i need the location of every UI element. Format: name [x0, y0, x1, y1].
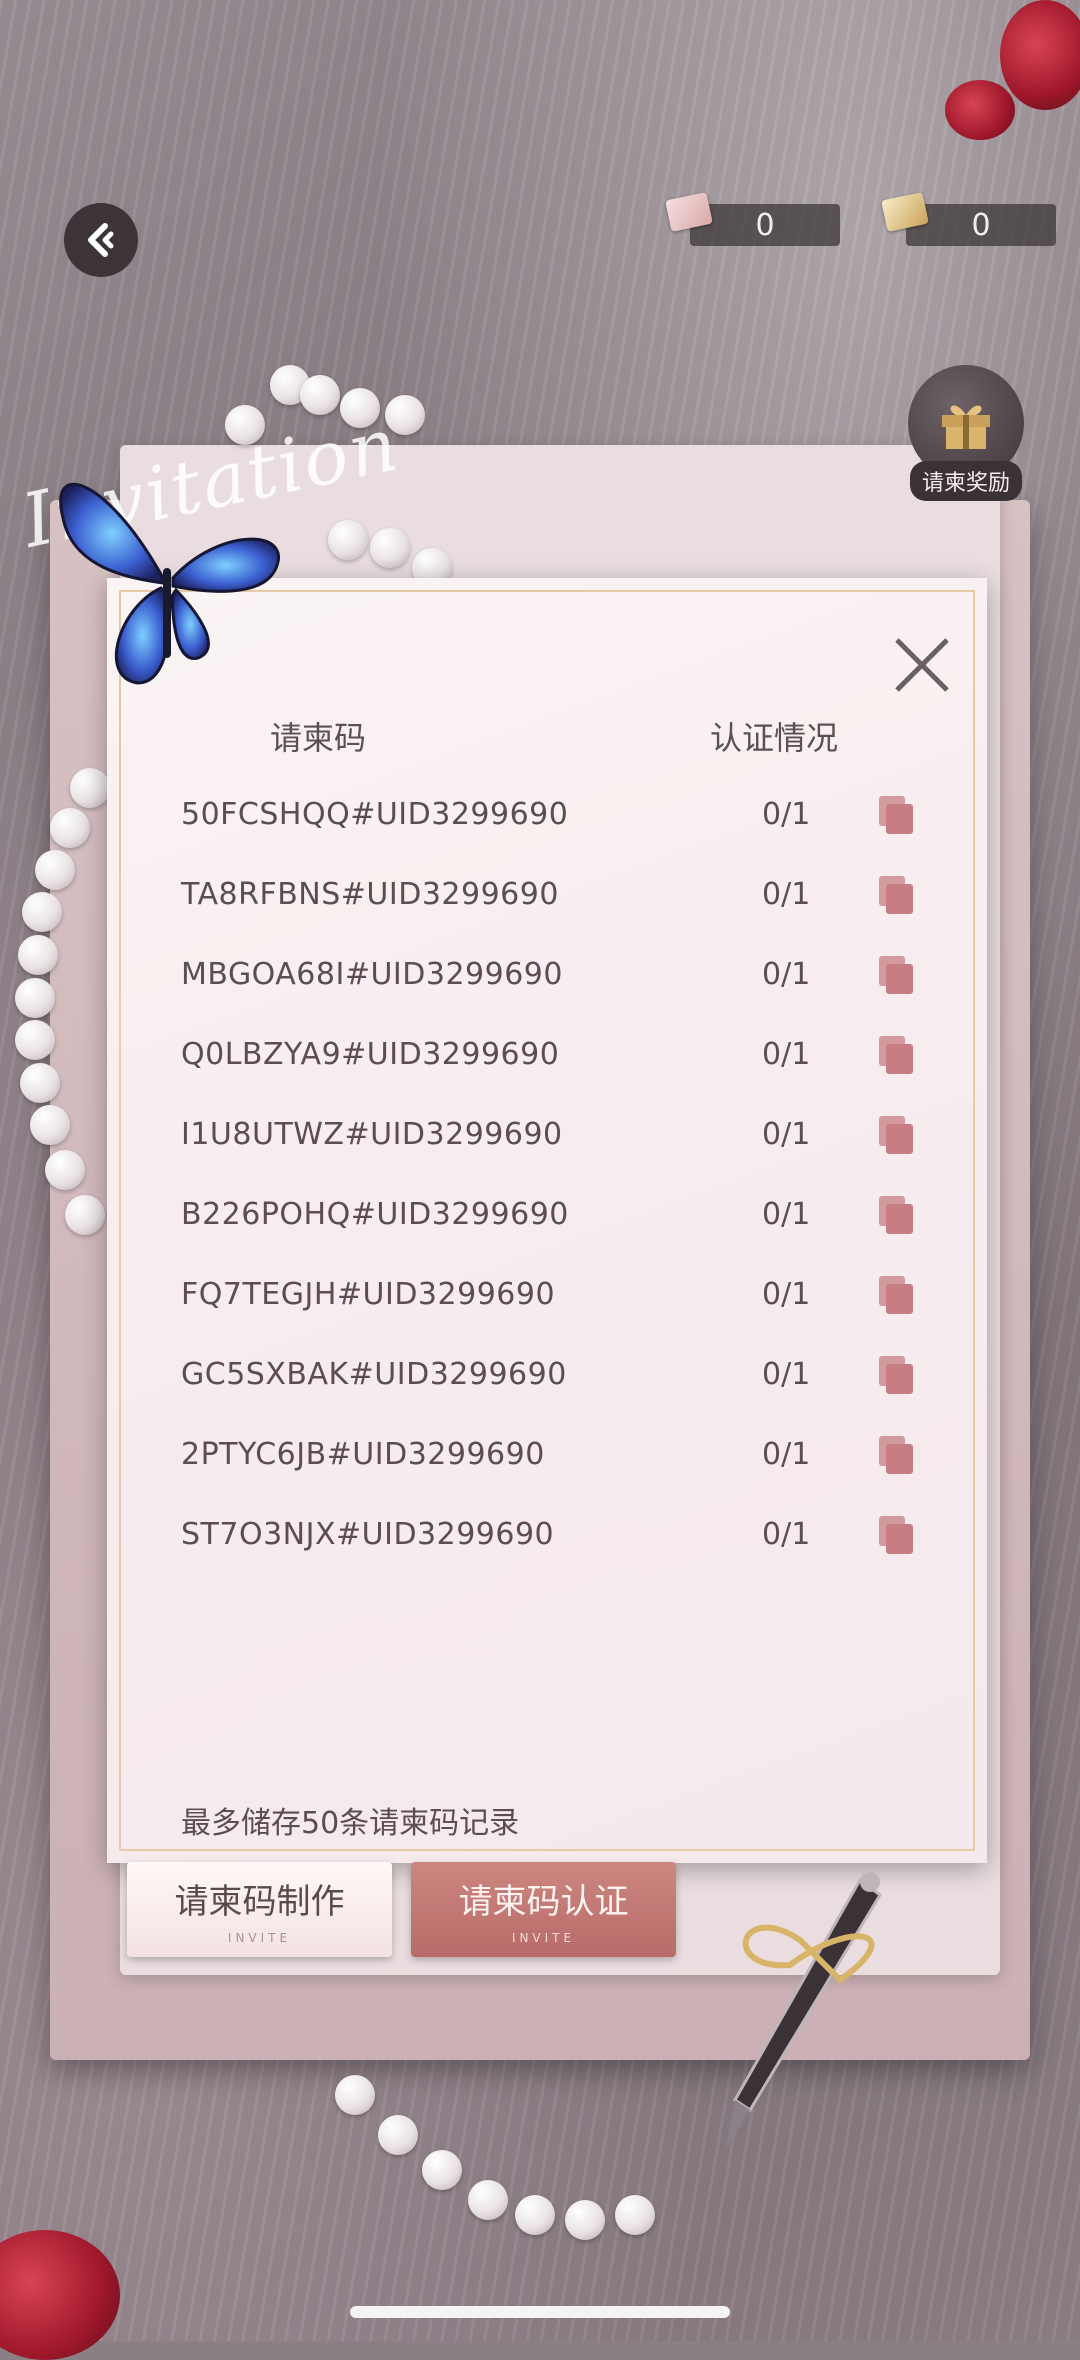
- invite-code: TA8RFBNS#UID3299690: [181, 877, 559, 912]
- verify-status: 0/1: [762, 797, 811, 832]
- pearl: [378, 2115, 418, 2155]
- verify-status: 0/1: [762, 1277, 811, 1312]
- verify-status: 0/1: [762, 1117, 811, 1152]
- pearl: [300, 375, 340, 415]
- pearl: [515, 2195, 555, 2235]
- table-row: 50FCSHQQ#UID3299690 0/1: [107, 775, 987, 855]
- storage-limit-note: 最多储存50条请柬码记录: [181, 1806, 520, 1841]
- pearl: [565, 2200, 605, 2240]
- table-row: FQ7TEGJH#UID3299690 0/1: [107, 1255, 987, 1335]
- pearl: [65, 1195, 105, 1235]
- invite-code: GC5SXBAK#UID3299690: [181, 1357, 567, 1392]
- back-button[interactable]: [64, 203, 138, 277]
- table-row: MBGOA68I#UID3299690 0/1: [107, 935, 987, 1015]
- pearl: [468, 2180, 508, 2220]
- copy-icon[interactable]: [879, 796, 913, 834]
- pearl: [45, 1150, 85, 1190]
- envelope-gold-icon: [881, 191, 929, 233]
- column-header-code: 请柬码: [270, 719, 367, 757]
- make-button-sub: INVITE: [227, 1931, 292, 1945]
- invite-code: 2PTYC6JB#UID3299690: [181, 1437, 545, 1472]
- table-row: B226POHQ#UID3299690 0/1: [107, 1175, 987, 1255]
- verify-status: 0/1: [762, 1517, 811, 1552]
- close-icon: [895, 638, 949, 692]
- copy-icon[interactable]: [879, 1036, 913, 1074]
- copy-icon[interactable]: [879, 1436, 913, 1474]
- invite-code: I1U8UTWZ#UID3299690: [181, 1117, 563, 1152]
- pearl: [615, 2195, 655, 2235]
- verify-invite-code-button[interactable]: 请柬码认证 INVITE: [411, 1862, 676, 1957]
- verify-status: 0/1: [762, 1357, 811, 1392]
- top-bar: 0 0: [0, 0, 1080, 280]
- gift-icon: [942, 405, 990, 449]
- copy-icon[interactable]: [879, 956, 913, 994]
- table-row: TA8RFBNS#UID3299690 0/1: [107, 855, 987, 935]
- pearl: [20, 1063, 60, 1103]
- table-row: Q0LBZYA9#UID3299690 0/1: [107, 1015, 987, 1095]
- pearl: [370, 528, 410, 568]
- table-row: GC5SXBAK#UID3299690 0/1: [107, 1335, 987, 1415]
- pearl: [50, 808, 90, 848]
- verify-button-sub: INVITE: [511, 1931, 576, 1945]
- invite-code: ST7O3NJX#UID3299690: [181, 1517, 555, 1552]
- invite-code: MBGOA68I#UID3299690: [181, 957, 563, 992]
- make-button-label: 请柬码制作: [174, 1882, 345, 1922]
- table-row: 2PTYC6JB#UID3299690 0/1: [107, 1415, 987, 1495]
- pearl: [328, 520, 368, 560]
- make-invite-code-button[interactable]: 请柬码制作 INVITE: [127, 1862, 392, 1957]
- close-button[interactable]: [887, 630, 957, 700]
- invitation-code-modal: 请柬码 认证情况 50FCSHQQ#UID3299690 0/1 TA8RFBN…: [107, 578, 987, 1863]
- copy-icon[interactable]: [879, 1196, 913, 1234]
- pearl: [335, 2075, 375, 2115]
- invitation-reward-button[interactable]: 请柬奖励: [897, 365, 1035, 505]
- invite-code: FQ7TEGJH#UID3299690: [181, 1277, 556, 1312]
- pearl: [22, 892, 62, 932]
- pearl: [35, 850, 75, 890]
- copy-icon[interactable]: [879, 1516, 913, 1554]
- copy-icon[interactable]: [879, 1116, 913, 1154]
- column-header-status: 认证情况: [710, 719, 839, 757]
- copy-icon[interactable]: [879, 1276, 913, 1314]
- currency-pink: 0: [665, 191, 840, 246]
- home-indicator[interactable]: [350, 2306, 730, 2318]
- verify-status: 0/1: [762, 1437, 811, 1472]
- fountain-pen-icon: [725, 1872, 882, 2150]
- verify-status: 0/1: [762, 957, 811, 992]
- pearl: [70, 768, 110, 808]
- invite-code: B226POHQ#UID3299690: [181, 1197, 569, 1232]
- verify-button-label: 请柬码认证: [458, 1882, 629, 1922]
- table-row: I1U8UTWZ#UID3299690 0/1: [107, 1095, 987, 1175]
- currency-pink-value: 0: [755, 207, 775, 243]
- verify-status: 0/1: [762, 1037, 811, 1072]
- invite-code: Q0LBZYA9#UID3299690: [181, 1037, 560, 1072]
- back-arrow-icon: [88, 223, 114, 257]
- copy-icon[interactable]: [879, 1356, 913, 1394]
- pearl: [15, 978, 55, 1018]
- copy-icon[interactable]: [879, 876, 913, 914]
- invite-code: 50FCSHQQ#UID3299690: [181, 797, 569, 832]
- butterfly-icon: [59, 482, 280, 685]
- reward-label: 请柬奖励: [909, 461, 1022, 501]
- currency-gold: 0: [881, 191, 1056, 246]
- envelope-pink-icon: [665, 191, 713, 233]
- pearl: [30, 1105, 70, 1145]
- pearl: [15, 1020, 55, 1060]
- pearl: [18, 935, 58, 975]
- pearl: [422, 2150, 462, 2190]
- table-row: ST7O3NJX#UID3299690 0/1: [107, 1495, 987, 1575]
- verify-status: 0/1: [762, 877, 811, 912]
- currency-gold-value: 0: [971, 207, 991, 243]
- verify-status: 0/1: [762, 1197, 811, 1232]
